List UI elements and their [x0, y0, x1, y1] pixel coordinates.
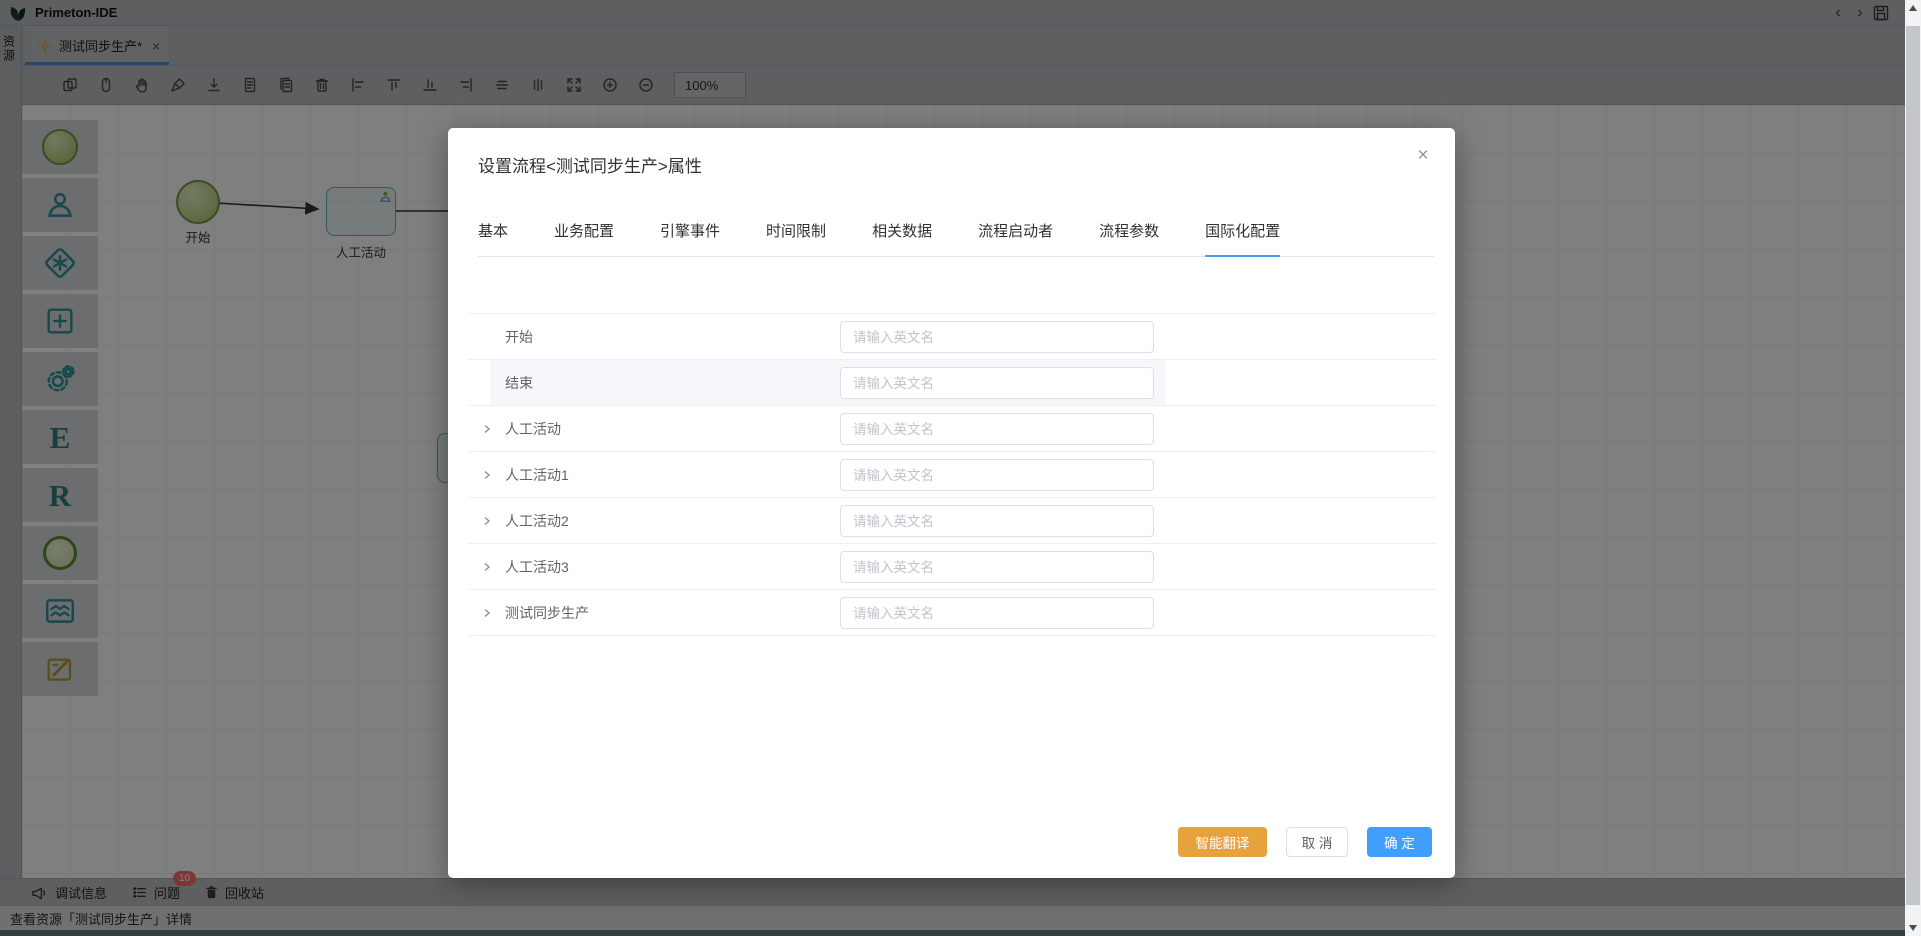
english-name-input[interactable]: [840, 367, 1154, 399]
row-label: 人工活动3: [505, 557, 569, 577]
i18n-row: 开始: [468, 314, 1435, 360]
row-label: 开始: [505, 327, 533, 347]
i18n-rows: 开始 结束 人工活动 人工活动1 人工活动2: [468, 313, 1435, 636]
tab-process-params[interactable]: 流程参数: [1099, 220, 1159, 256]
i18n-row: 人工活动: [468, 406, 1435, 452]
dialog-close-icon[interactable]: ×: [1411, 144, 1435, 168]
dialog-footer: 智能翻译 取 消 确 定: [1178, 827, 1432, 857]
i18n-row: 人工活动2: [468, 498, 1435, 544]
dialog-tabs: 基本 业务配置 引擎事件 时间限制 相关数据 流程启动者 流程参数 国际化配置: [478, 220, 1434, 257]
row-label: 人工活动2: [505, 511, 569, 531]
tab-i18n-config[interactable]: 国际化配置: [1205, 220, 1280, 257]
tab-process-initiator[interactable]: 流程启动者: [978, 220, 1053, 256]
expand-chevron-icon[interactable]: [480, 423, 494, 435]
tab-engine-events[interactable]: 引擎事件: [660, 220, 720, 256]
row-label: 人工活动: [505, 419, 561, 439]
scroll-down-icon[interactable]: [1905, 920, 1921, 936]
tab-time-limit[interactable]: 时间限制: [766, 220, 826, 256]
row-label: 测试同步生产: [505, 603, 589, 623]
i18n-row: 人工活动3: [468, 544, 1435, 590]
vertical-scrollbar[interactable]: [1905, 0, 1921, 936]
process-properties-dialog: 设置流程<测试同步生产>属性 × 基本 业务配置 引擎事件 时间限制 相关数据 …: [448, 128, 1455, 878]
confirm-button[interactable]: 确 定: [1367, 827, 1432, 857]
expand-chevron-icon[interactable]: [480, 469, 494, 481]
row-label: 人工活动1: [505, 465, 569, 485]
app-window: Primeton-IDE ‹ › 资源: [0, 0, 1921, 936]
english-name-input[interactable]: [840, 321, 1154, 353]
row-label: 结束: [505, 373, 533, 393]
tab-basic[interactable]: 基本: [478, 220, 508, 256]
tab-related-data[interactable]: 相关数据: [872, 220, 932, 256]
i18n-row: 测试同步生产: [468, 590, 1435, 636]
expand-chevron-icon[interactable]: [480, 607, 494, 619]
scroll-up-icon[interactable]: [1905, 0, 1921, 16]
cancel-button[interactable]: 取 消: [1286, 827, 1348, 857]
dialog-title: 设置流程<测试同步生产>属性: [478, 152, 702, 177]
english-name-input[interactable]: [840, 459, 1154, 491]
english-name-input[interactable]: [840, 413, 1154, 445]
expand-chevron-icon[interactable]: [480, 515, 494, 527]
expand-chevron-icon[interactable]: [480, 561, 494, 573]
english-name-input[interactable]: [840, 551, 1154, 583]
i18n-row: 人工活动1: [468, 452, 1435, 498]
tab-business-config[interactable]: 业务配置: [554, 220, 614, 256]
smart-translate-button[interactable]: 智能翻译: [1178, 827, 1267, 857]
scrollbar-thumb[interactable]: [1906, 26, 1920, 905]
i18n-row: 结束: [468, 360, 1435, 406]
english-name-input[interactable]: [840, 597, 1154, 629]
english-name-input[interactable]: [840, 505, 1154, 537]
